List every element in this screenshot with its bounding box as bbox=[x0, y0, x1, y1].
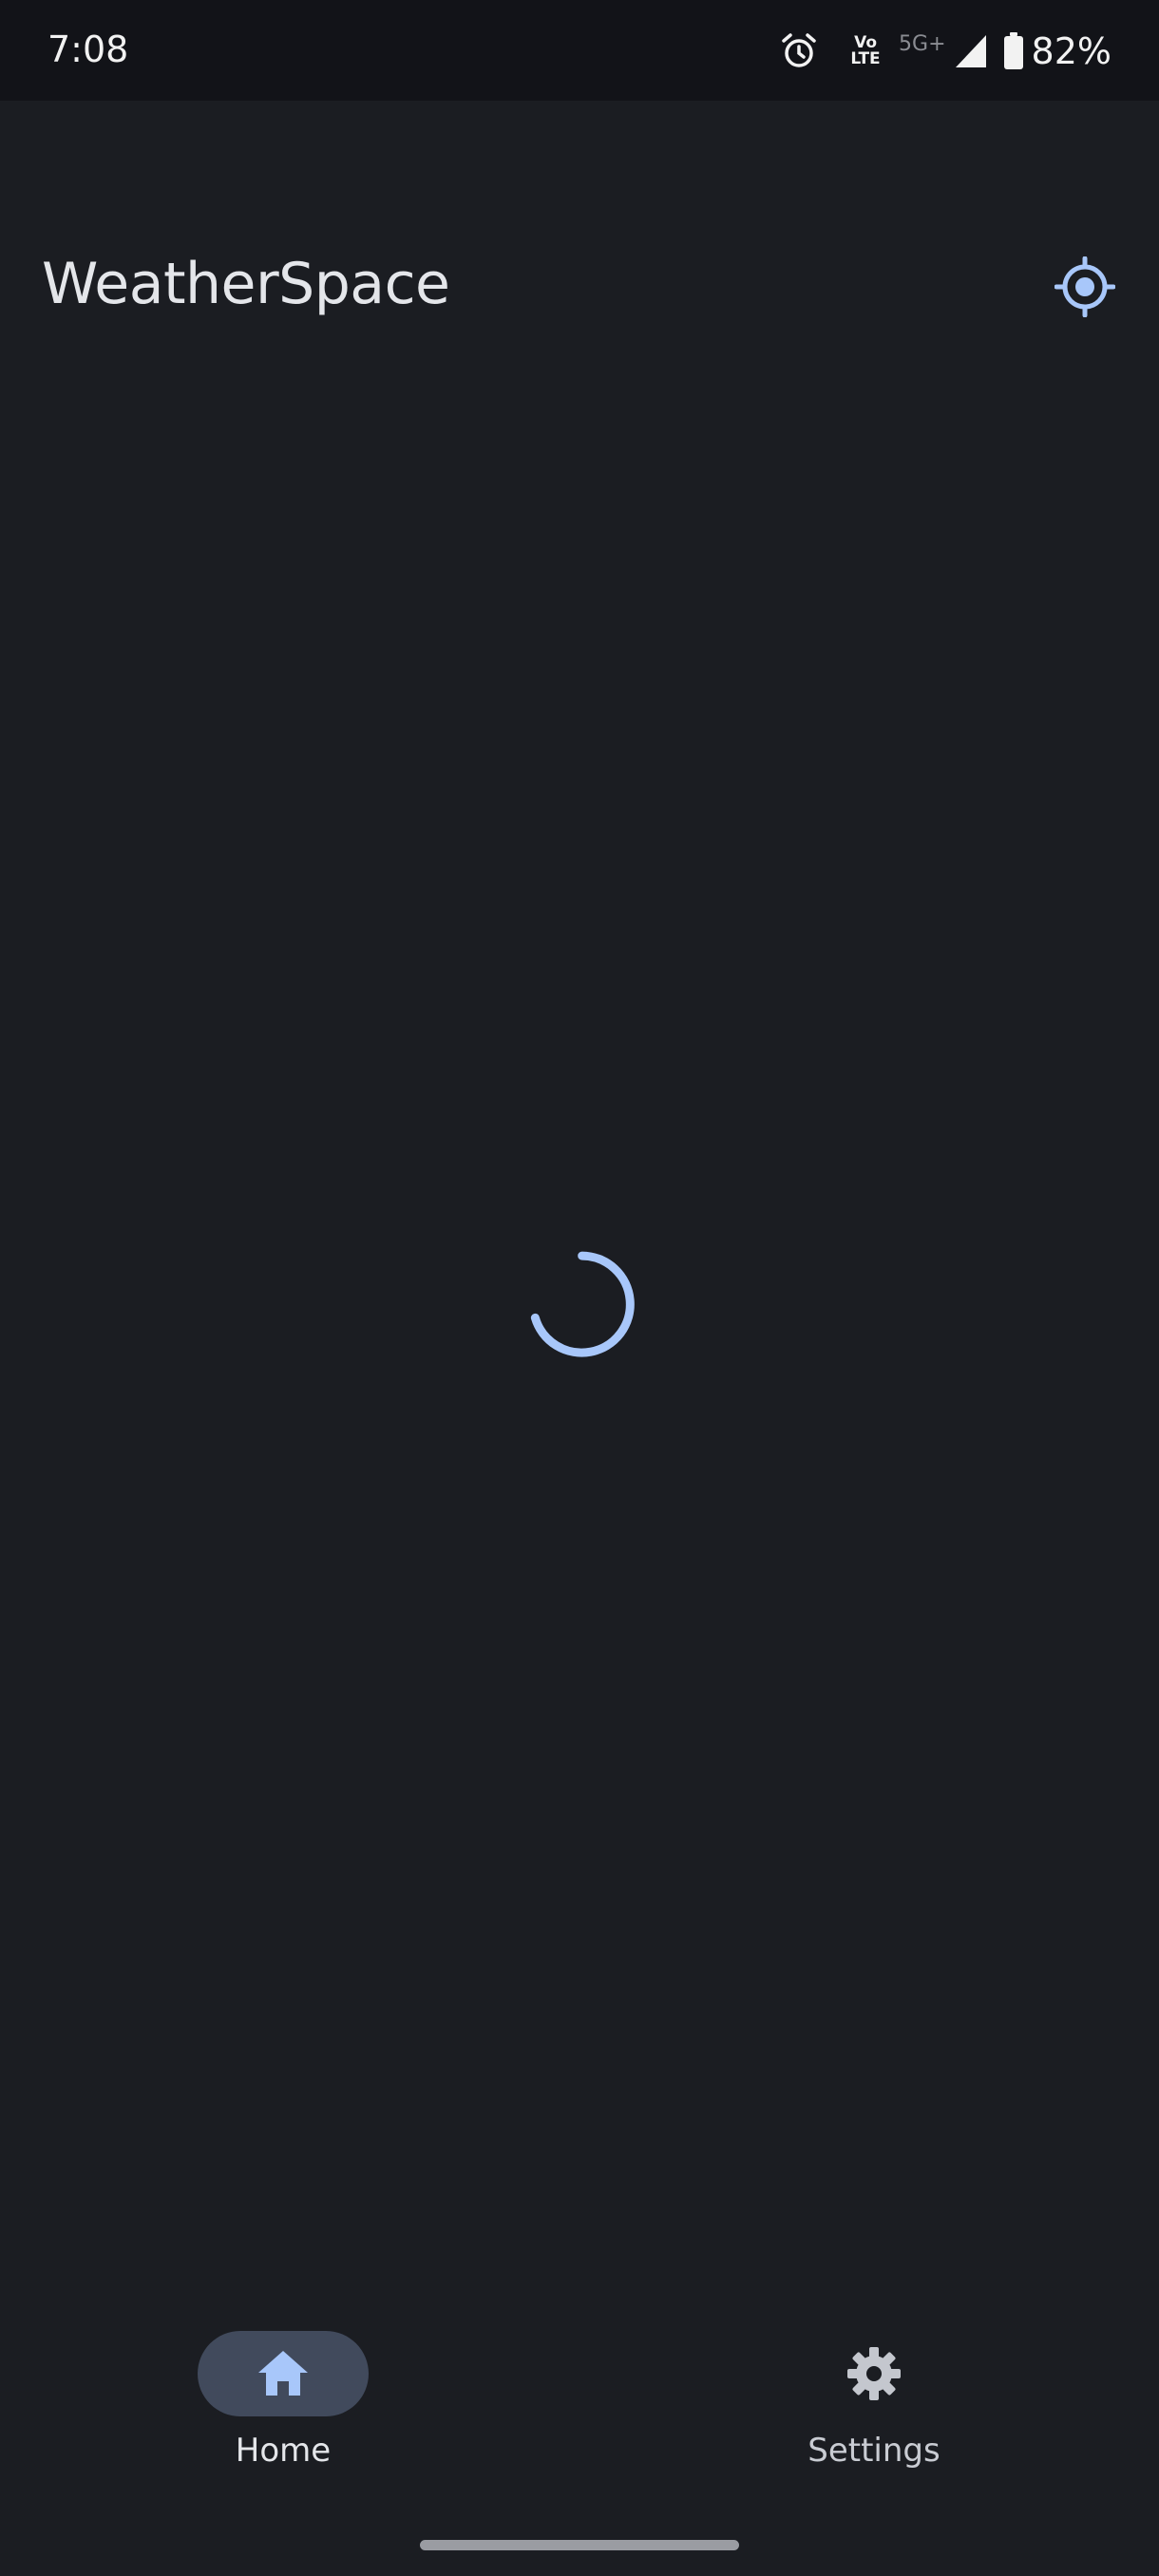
signal-icon bbox=[954, 33, 988, 69]
home-icon bbox=[255, 2345, 312, 2402]
loading-spinner bbox=[522, 1244, 636, 1358]
battery-percentage: 82% bbox=[1031, 30, 1112, 72]
nav-label-home: Home bbox=[235, 2432, 332, 2470]
my-location-icon bbox=[1054, 256, 1116, 321]
volte-icon: Vo LTE bbox=[846, 31, 885, 71]
status-time: 7:08 bbox=[48, 28, 129, 70]
alarm-icon bbox=[779, 31, 819, 71]
battery-icon bbox=[1003, 32, 1024, 70]
bottom-navigation: Home Settings bbox=[0, 2299, 1159, 2527]
network-type-label: 5G+ bbox=[899, 31, 946, 56]
progress-spinner-icon bbox=[530, 1251, 635, 1357]
status-bar: 7:08 Vo LTE 5G+ 82% bbox=[0, 0, 1159, 101]
nav-label-settings: Settings bbox=[808, 2432, 940, 2470]
nav-item-settings[interactable]: Settings bbox=[732, 2299, 1016, 2489]
app-title: WeatherSpace bbox=[42, 251, 450, 317]
my-location-button[interactable] bbox=[1047, 251, 1123, 327]
status-icons: Vo LTE 5G+ 82% bbox=[779, 25, 1112, 78]
gear-icon bbox=[846, 2345, 902, 2402]
app-screen: 7:08 Vo LTE 5G+ 82% WeatherSpace Home Se… bbox=[0, 0, 1159, 2576]
volte-bottom-label: LTE bbox=[850, 49, 881, 68]
nav-item-home[interactable]: Home bbox=[141, 2299, 426, 2489]
gesture-handle[interactable] bbox=[420, 2540, 739, 2550]
